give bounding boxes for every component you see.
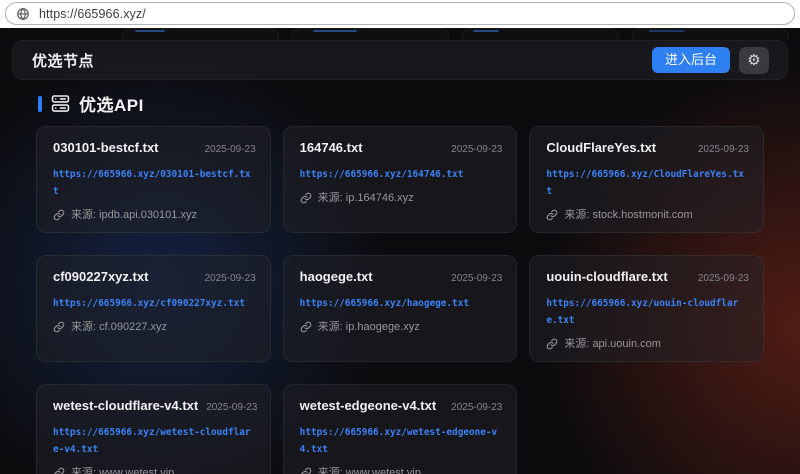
file-source: 来源: ip.haogege.xyz — [318, 320, 420, 334]
header-actions: 进入后台 ⚙ — [652, 47, 769, 74]
api-card: 030101-bestcf.txt 2025-09-23 https://665… — [36, 126, 271, 233]
api-card: uouin-cloudflare.txt 2025-09-23 https://… — [529, 255, 764, 362]
file-title: haogege.txt — [300, 269, 373, 285]
file-source-row: 来源: ipdb.api.030101.xyz — [53, 208, 256, 222]
gear-icon: ⚙ — [747, 53, 760, 68]
file-date: 2025-09-23 — [451, 273, 502, 284]
link-icon — [300, 192, 312, 204]
api-card: 164746.txt 2025-09-23 https://665966.xyz… — [283, 126, 518, 233]
file-date: 2025-09-23 — [205, 144, 256, 155]
file-title: CloudFlareYes.txt — [546, 140, 656, 156]
file-title: 030101-bestcf.txt — [53, 140, 159, 156]
file-source: 来源: stock.hostmonit.com — [564, 208, 692, 222]
card-fragment — [632, 28, 789, 40]
file-url-link[interactable]: https://665966.xyz/uouin-cloudflare.txt — [546, 295, 749, 329]
api-card: wetest-edgeone-v4.txt 2025-09-23 https:/… — [283, 384, 518, 474]
file-date: 2025-09-23 — [205, 273, 256, 284]
file-title: 164746.txt — [300, 140, 363, 156]
file-title: uouin-cloudflare.txt — [546, 269, 667, 285]
card-fragment — [122, 28, 279, 40]
enter-admin-button[interactable]: 进入后台 — [652, 47, 730, 73]
file-date: 2025-09-23 — [451, 402, 502, 413]
card-fragment — [292, 28, 449, 40]
file-url-link[interactable]: https://665966.xyz/wetest-cloudflare-v4.… — [53, 424, 256, 458]
file-url-link[interactable]: https://665966.xyz/030101-bestcf.txt — [53, 166, 256, 200]
settings-button[interactable]: ⚙ — [739, 47, 769, 74]
page-header: 优选节点 进入后台 ⚙ — [12, 40, 788, 80]
link-icon — [53, 209, 65, 221]
page-background: 优选节点 进入后台 ⚙ 优选API 030101-bestcf.txt 2025… — [0, 28, 800, 474]
file-url-link[interactable]: https://665966.xyz/cf090227xyz.txt — [53, 295, 256, 312]
site-info-globe-icon — [16, 7, 30, 21]
api-card: cf090227xyz.txt 2025-09-23 https://66596… — [36, 255, 271, 362]
browser-chrome: https://665966.xyz/ — [0, 0, 800, 28]
api-card: wetest-cloudflare-v4.txt 2025-09-23 http… — [36, 384, 271, 474]
file-source: 来源: cf.090227.xyz — [71, 320, 167, 334]
section-header: 优选API — [38, 91, 144, 116]
file-source-row: 来源: stock.hostmonit.com — [546, 208, 749, 222]
file-source: 来源: www.wetest.vip — [71, 466, 174, 474]
file-url-link[interactable]: https://665966.xyz/164746.txt — [300, 166, 503, 183]
file-source-row: 来源: cf.090227.xyz — [53, 320, 256, 334]
link-icon — [546, 209, 558, 221]
section-title: 优选API — [79, 91, 144, 116]
file-date: 2025-09-23 — [206, 402, 257, 413]
file-url-link[interactable]: https://665966.xyz/haogege.txt — [300, 295, 503, 312]
api-card-grid: 030101-bestcf.txt 2025-09-23 https://665… — [36, 126, 764, 474]
link-icon — [300, 321, 312, 333]
file-source: 来源: ip.164746.xyz — [318, 191, 414, 205]
link-icon — [53, 321, 65, 333]
file-title: wetest-cloudflare-v4.txt — [53, 398, 198, 414]
file-url-link[interactable]: https://665966.xyz/wetest-edgeone-v4.txt — [300, 424, 503, 458]
file-source: 来源: api.uouin.com — [564, 337, 661, 351]
accent-bar — [38, 96, 42, 112]
link-icon — [53, 467, 65, 474]
api-card: CloudFlareYes.txt 2025-09-23 https://665… — [529, 126, 764, 233]
file-date: 2025-09-23 — [698, 273, 749, 284]
server-icon — [51, 94, 70, 113]
file-source-row: 来源: ip.164746.xyz — [300, 191, 503, 205]
card-fragment — [462, 28, 619, 40]
file-source: 来源: www.wetest.vip — [318, 466, 421, 474]
file-url-link[interactable]: https://665966.xyz/CloudFlareYes.txt — [546, 166, 749, 200]
url-text: https://665966.xyz/ — [39, 7, 146, 21]
address-bar[interactable]: https://665966.xyz/ — [5, 2, 795, 25]
scrolled-card-fragments — [0, 28, 800, 40]
file-source-row: 来源: ip.haogege.xyz — [300, 320, 503, 334]
file-title: cf090227xyz.txt — [53, 269, 148, 285]
page-title: 优选节点 — [32, 50, 94, 71]
file-title: wetest-edgeone-v4.txt — [300, 398, 437, 414]
file-source-row: 来源: www.wetest.vip — [53, 466, 256, 474]
file-source: 来源: ipdb.api.030101.xyz — [71, 208, 197, 222]
link-icon — [546, 338, 558, 350]
file-source-row: 来源: www.wetest.vip — [300, 466, 503, 474]
link-icon — [300, 467, 312, 474]
file-date: 2025-09-23 — [451, 144, 502, 155]
file-date: 2025-09-23 — [698, 144, 749, 155]
file-source-row: 来源: api.uouin.com — [546, 337, 749, 351]
api-card: haogege.txt 2025-09-23 https://665966.xy… — [283, 255, 518, 362]
